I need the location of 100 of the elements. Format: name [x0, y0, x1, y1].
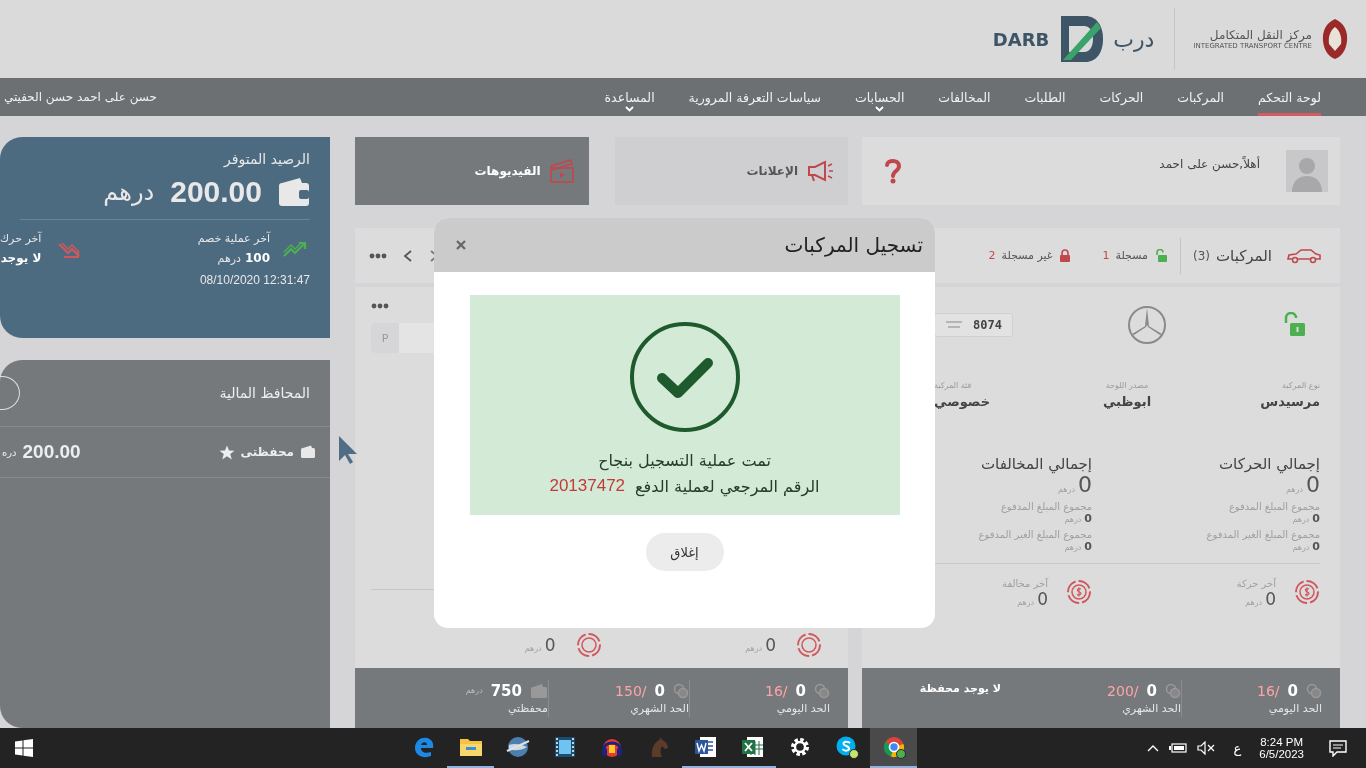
limit-label: الحد اليومي	[776, 701, 830, 715]
nav-tab[interactable]: المخالفات	[938, 78, 991, 116]
last-debit-date: 12:31:47 08/10/2020	[199, 273, 310, 287]
reference-label: الرقم المرجعي لعملية الدفع	[635, 476, 820, 496]
caret-icon	[625, 106, 635, 112]
battery-icon[interactable]	[1169, 742, 1188, 754]
limit-max: 16/	[765, 682, 788, 699]
caret-icon	[875, 106, 885, 112]
logo-text: DARB	[992, 28, 1050, 50]
wallet-name[interactable]: محفظتى	[240, 445, 294, 459]
vehicles-count: (3)	[1192, 248, 1210, 263]
limit-max: 200/	[1107, 682, 1139, 699]
nav-tab[interactable]: سياسات التعرفة المرورية	[688, 78, 821, 116]
wallet-icon	[300, 445, 316, 459]
license-plate: 8074	[934, 313, 1013, 337]
balance-amount: 200.00	[170, 175, 262, 209]
coin-icon	[1294, 578, 1320, 605]
unit-text: درهم	[465, 686, 483, 695]
unit-text: درهم	[1064, 515, 1082, 525]
nav-tab[interactable]: المساعدة	[604, 78, 655, 116]
amount-label: مجموع المبلغ الغير المدفوع	[1206, 529, 1320, 541]
link-label: الفيديوهات	[474, 164, 541, 178]
latest-value: 0	[1037, 589, 1048, 610]
total-title: إجمالي المخالفات	[980, 455, 1092, 473]
question-mark-icon[interactable]	[884, 158, 902, 184]
detail-value: مرسيدس	[1259, 394, 1320, 409]
wallets-title: المحافظ المالية	[219, 385, 310, 401]
unit-text: دره	[2, 446, 17, 458]
coin-icon	[796, 632, 822, 658]
last-debit-value: 100	[244, 251, 270, 265]
latest-label: آخر مخالفة	[1002, 578, 1048, 590]
greeting-text: أهلاً,حسن على احمد	[1159, 157, 1260, 171]
clapperboard-icon	[548, 158, 575, 184]
avatar-icon	[1286, 150, 1328, 192]
unit-text: درهم	[745, 644, 763, 653]
close-button[interactable]: إغلاق	[645, 533, 724, 571]
unregistered-label: غير مسجلة	[1001, 249, 1053, 262]
wallet-amount: 200.00	[22, 441, 81, 463]
coins-icon	[814, 682, 830, 699]
total-title: إجمالي الحركات	[1218, 455, 1320, 473]
car-brand-logo-icon	[1127, 305, 1168, 345]
link-label: الإعلانات	[746, 164, 798, 178]
gear-icon	[788, 736, 811, 758]
amount-label: مجموع المبلغ المدفوع	[1228, 501, 1320, 513]
more-icon[interactable]	[371, 303, 389, 309]
limit-value: 0	[654, 681, 665, 700]
film-icon	[552, 735, 577, 759]
nav-tab[interactable]: المركبات	[1177, 78, 1224, 116]
chevron-left-icon[interactable]	[403, 248, 413, 263]
nav-tab[interactable]: الحركات	[1099, 78, 1144, 116]
coins-icon	[1306, 682, 1322, 699]
limit-label: الحد الشهري	[1122, 701, 1181, 715]
folder-icon	[458, 736, 483, 758]
total-value: 0	[1078, 473, 1092, 498]
unit-text: درهم	[1292, 515, 1310, 525]
registered-label: مسجلة	[1115, 249, 1148, 262]
more-icon[interactable]	[369, 252, 387, 259]
amount-value: 0	[1084, 512, 1092, 526]
limit-max: 16/	[1257, 682, 1280, 699]
detail-value: خصوصي	[934, 394, 991, 409]
clock[interactable]: 8:24 PM 6/5/2023	[1259, 736, 1304, 760]
wallet-value: 750	[490, 681, 522, 700]
link-card[interactable]: الإعلانات	[614, 137, 848, 205]
link-card[interactable]: الفيديوهات	[355, 137, 589, 205]
windows-start-icon[interactable]	[15, 739, 33, 757]
latest-value: 0	[1265, 589, 1276, 610]
detail-label: مصدر اللوحة	[1105, 381, 1149, 390]
nav-tab[interactable]: الحسابات	[855, 78, 905, 116]
nav-tab[interactable]: لوحة التحكم	[1258, 78, 1321, 116]
balance-title: الرصيد المتوفر	[222, 151, 310, 167]
document-icon	[693, 735, 718, 759]
last-debit-label: آخر عملية خصم	[197, 232, 270, 245]
total-value: 0	[1306, 473, 1320, 498]
coin-icon	[1066, 578, 1092, 605]
wallet-label: محفظتي	[507, 701, 548, 715]
amount-value: 0	[1084, 540, 1092, 554]
muted-speaker-icon[interactable]	[1197, 741, 1216, 755]
caret-up-icon[interactable]	[1147, 744, 1160, 752]
close-icon[interactable]	[456, 240, 466, 250]
unit-text: درهم	[1245, 598, 1263, 608]
megaphone-icon	[806, 160, 834, 182]
user-name[interactable]: حسن على احمد حسن الحفيتي	[4, 90, 157, 104]
currency-text: درهم	[103, 178, 155, 206]
unlocked-lock-icon	[1282, 312, 1306, 338]
input-language[interactable]: ع	[1233, 740, 1242, 756]
logo-arabic-text: درب	[1113, 26, 1155, 52]
amount-value: 0	[1312, 512, 1320, 526]
amount-value: 0	[1312, 540, 1320, 554]
nav-tab[interactable]: الطلبات	[1024, 78, 1066, 116]
detail-label: فئة المركبة	[934, 381, 972, 390]
limit-label: الحد اليومي	[1268, 701, 1322, 715]
dialog-title: تسجيل المركبات	[784, 233, 923, 257]
unregistered-count: 2	[988, 249, 996, 262]
mouse-cursor-icon	[338, 435, 360, 465]
unit-text: درهم	[1064, 543, 1082, 553]
unlocked-lock-icon	[1153, 248, 1168, 263]
no-wallet-text: لا يوجد محفظة	[919, 682, 1001, 695]
notifications-icon[interactable]	[1328, 739, 1348, 757]
unit-text: درهم	[217, 252, 241, 265]
spreadsheet-icon	[740, 735, 765, 759]
